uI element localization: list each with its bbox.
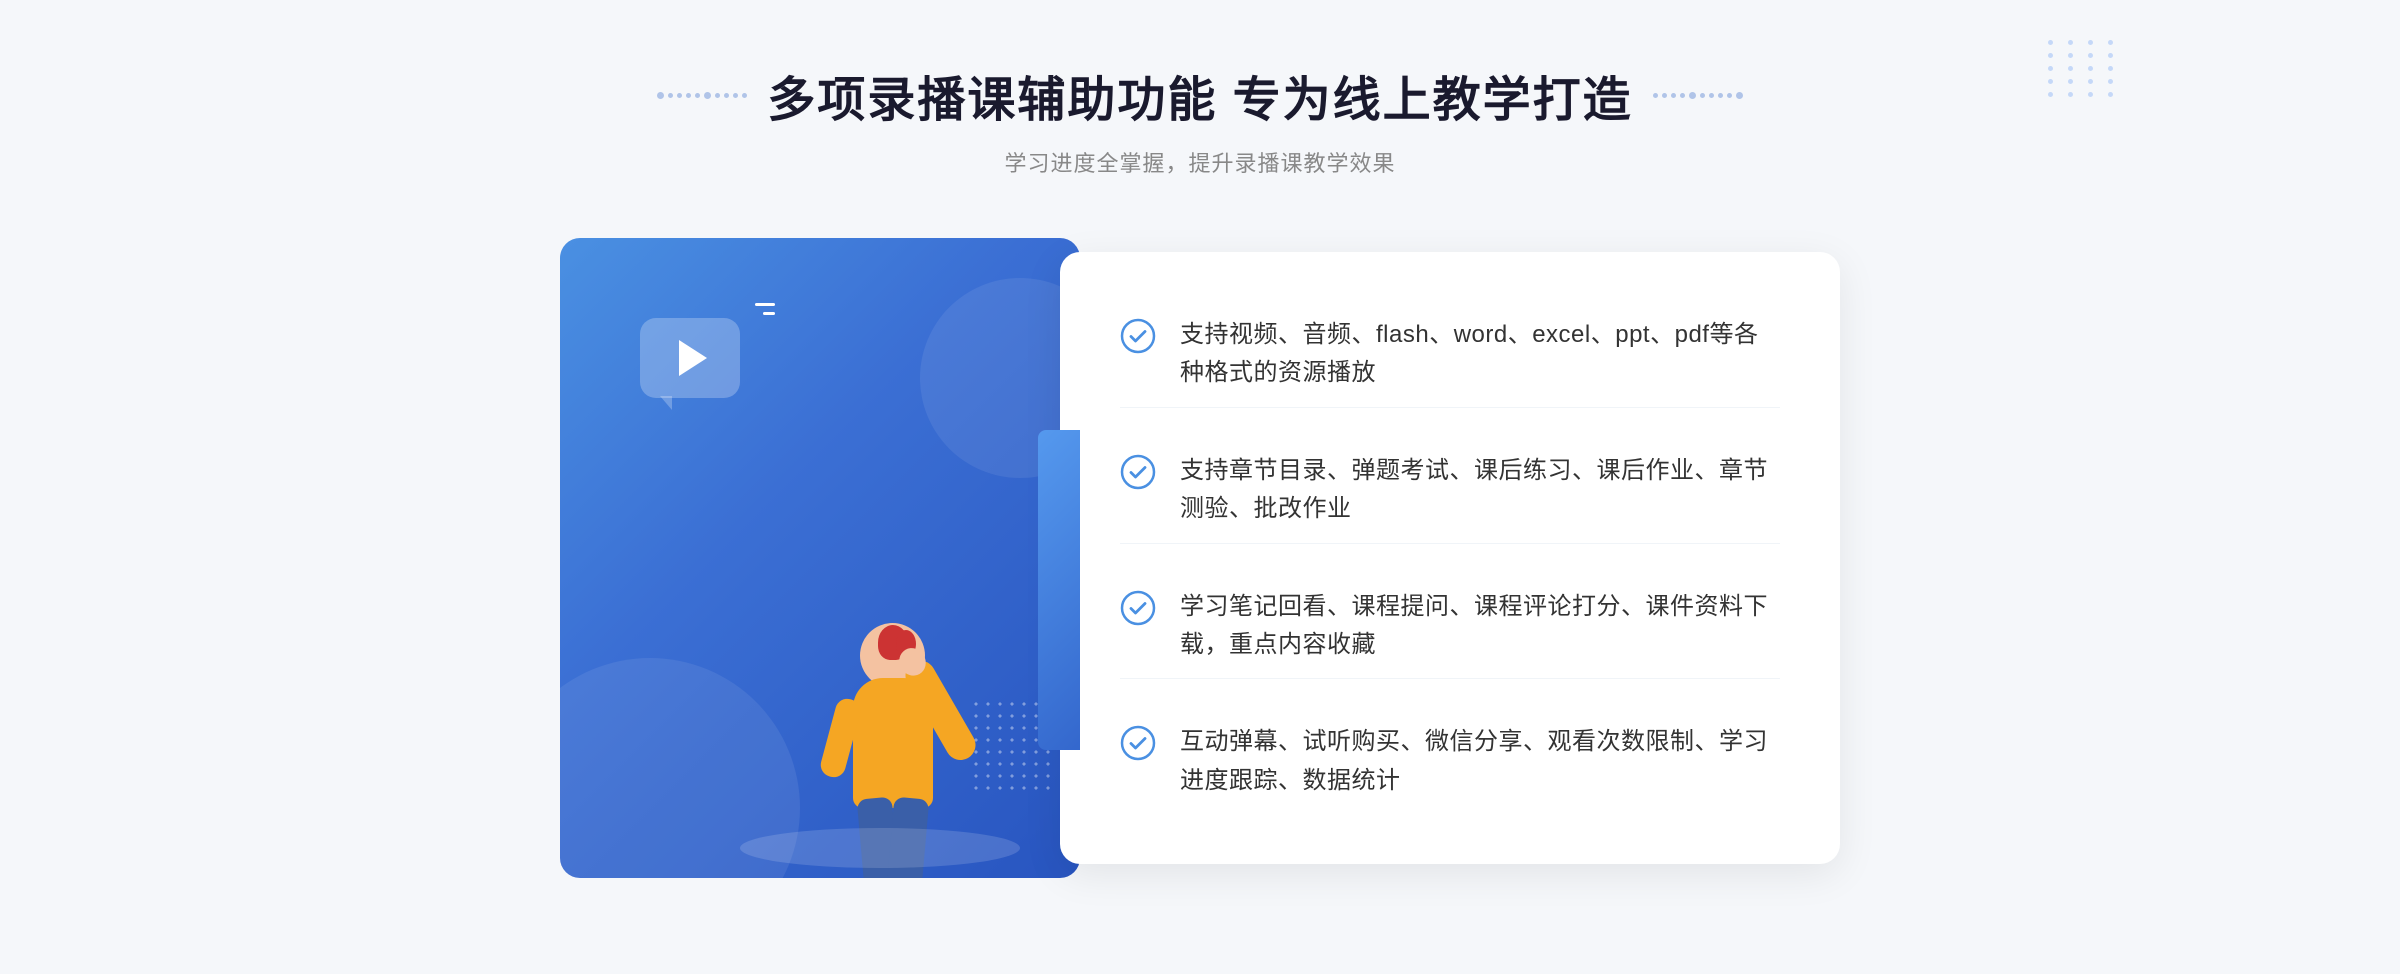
play-bubble-inner bbox=[640, 318, 740, 398]
decorator-right bbox=[1653, 92, 1743, 99]
deco-dot-grid-top-right bbox=[2048, 40, 2120, 97]
check-icon-1 bbox=[1120, 318, 1156, 354]
blue-accent-stripe bbox=[1038, 430, 1080, 750]
feature-item-1: 支持视频、音频、flash、word、excel、ppt、pdf等各种格式的资源… bbox=[1120, 302, 1780, 408]
character-illustration bbox=[730, 358, 1030, 878]
feature-item-4: 互动弹幕、试听购买、微信分享、观看次数限制、学习进度跟踪、数据统计 bbox=[1120, 709, 1780, 814]
feature-text-2: 支持章节目录、弹题考试、课后练习、课后作业、章节测验、批改作业 bbox=[1180, 452, 1780, 529]
feature-item-3: 学习笔记回看、课程提问、课程评论打分、课件资料下载，重点内容收藏 bbox=[1120, 574, 1780, 680]
feature-text-1: 支持视频、音频、flash、word、excel、ppt、pdf等各种格式的资源… bbox=[1180, 316, 1780, 393]
check-icon-4 bbox=[1120, 725, 1156, 761]
sparkle-decoration bbox=[755, 303, 775, 321]
check-icon-3 bbox=[1120, 590, 1156, 626]
page-subtitle: 学习进度全掌握，提升录播课教学效果 bbox=[657, 146, 1742, 178]
content-section: ≫ bbox=[500, 238, 1900, 878]
char-arm-right bbox=[900, 655, 981, 765]
header-section: 多项录播课辅助功能 专为线上教学打造 学习进度全掌握，提升录播课教学效果 bbox=[657, 60, 1742, 178]
decorator-left bbox=[657, 92, 747, 99]
char-body bbox=[810, 623, 890, 818]
illustration-card bbox=[560, 238, 1080, 878]
feature-text-4: 互动弹幕、试听购买、微信分享、观看次数限制、学习进度跟踪、数据统计 bbox=[1180, 723, 1780, 800]
features-card: 支持视频、音频、flash、word、excel、ppt、pdf等各种格式的资源… bbox=[1060, 252, 1840, 864]
char-torso bbox=[853, 678, 933, 808]
feature-text-3: 学习笔记回看、课程提问、课程评论打分、课件资料下载，重点内容收藏 bbox=[1180, 588, 1780, 665]
ground-ellipse bbox=[740, 828, 1020, 868]
page-container: 多项录播课辅助功能 专为线上教学打造 学习进度全掌握，提升录播课教学效果 ≫ bbox=[0, 0, 2400, 974]
play-triangle-icon bbox=[679, 340, 707, 376]
header-decorators: 多项录播课辅助功能 专为线上教学打造 bbox=[657, 60, 1742, 130]
check-icon-2 bbox=[1120, 454, 1156, 490]
feature-item-2: 支持章节目录、弹题考试、课后练习、课后作业、章节测验、批改作业 bbox=[1120, 438, 1780, 544]
page-title: 多项录播课辅助功能 专为线上教学打造 bbox=[767, 60, 1632, 130]
char-arm-left bbox=[818, 696, 863, 780]
